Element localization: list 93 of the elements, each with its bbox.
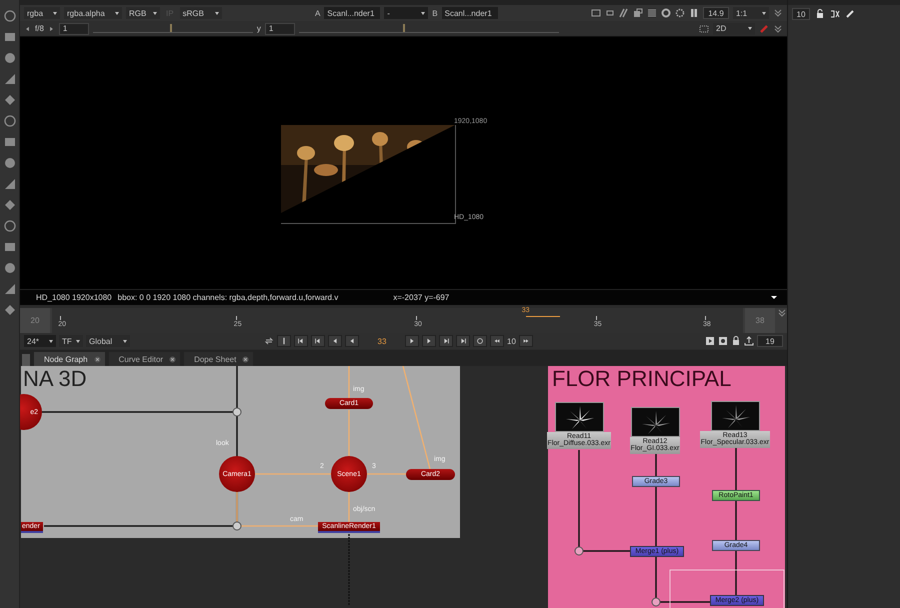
channels-dropdown[interactable]: rgba [24, 7, 60, 19]
input-a-dropdown[interactable]: Scanl...nder1 [324, 7, 380, 19]
last-frame-button[interactable] [456, 335, 470, 347]
play-button[interactable] [405, 335, 419, 347]
pause-icon[interactable] [689, 8, 699, 18]
roi-icon[interactable] [699, 24, 709, 34]
record-icon[interactable] [718, 336, 728, 346]
gamma-field[interactable]: 1 [264, 22, 295, 34]
caret-icon [49, 340, 53, 342]
bar-arrow-icon [314, 337, 322, 345]
caret-icon [53, 12, 57, 14]
panel-tab[interactable]: Node Graph [34, 352, 105, 366]
left-arrow-icon [348, 337, 356, 345]
next-key-button[interactable] [439, 335, 453, 347]
caret-icon [115, 12, 119, 14]
right-arrow-icon [408, 337, 416, 345]
chevron-icon[interactable] [773, 24, 783, 34]
time-format-dropdown[interactable]: TF [59, 335, 83, 347]
refresh-icon[interactable] [661, 8, 671, 18]
cursor-position: x=-2037 y=-697 [393, 293, 450, 302]
alpha-channel-dropdown[interactable]: rgba.alpha [64, 7, 122, 19]
format-info: HD_1080 1920x1080 [36, 293, 112, 302]
input-a-label: A [314, 8, 320, 18]
panel-tab[interactable]: Dope Sheet [184, 352, 254, 366]
caret-icon [762, 12, 766, 14]
scale-dropdown[interactable]: 1:1 [733, 7, 769, 19]
range-dropdown[interactable]: Global [86, 335, 130, 347]
caret-icon[interactable] [771, 296, 777, 299]
chevron-icon[interactable] [773, 8, 783, 18]
frame-count-field[interactable]: 19 [757, 335, 783, 347]
close-icon[interactable] [242, 356, 250, 362]
chevron-icon[interactable] [777, 308, 787, 318]
caret-icon [214, 12, 219, 14]
close-icon[interactable] [94, 356, 101, 362]
increment-field[interactable]: 10 [507, 336, 516, 346]
caret-icon [76, 340, 80, 342]
step-back-button[interactable] [490, 335, 504, 347]
view-mode-dropdown[interactable]: 2D [713, 22, 755, 34]
fstop-label: f/8 [35, 24, 44, 33]
step-forward-button[interactable] [518, 335, 533, 347]
play-icon[interactable] [705, 336, 715, 346]
zoom-field[interactable]: 14.9 [703, 7, 729, 19]
loop-icon[interactable] [264, 336, 274, 346]
prev-key-button[interactable] [311, 335, 325, 347]
overlay-icon[interactable] [633, 8, 643, 18]
prev-frame-button[interactable] [328, 335, 342, 347]
bounce-button[interactable] [277, 335, 291, 347]
wipe-dropdown[interactable]: - [384, 7, 428, 19]
input-b-label: B [432, 8, 438, 18]
caret-icon [123, 340, 127, 342]
slider-handle[interactable] [170, 24, 172, 32]
lock-icon[interactable] [731, 336, 741, 346]
play-back-button[interactable] [345, 335, 359, 347]
double-right-icon [522, 337, 530, 345]
bar-arrow-icon [297, 337, 305, 345]
square-icon[interactable] [605, 8, 615, 18]
lock-icon[interactable] [815, 9, 825, 19]
upload-icon[interactable] [744, 336, 754, 346]
pencil-icon[interactable] [845, 9, 855, 19]
double-left-icon [493, 337, 501, 345]
close-icon[interactable] [169, 356, 176, 362]
frame-icon[interactable] [591, 8, 601, 18]
collapse-icon[interactable] [830, 9, 840, 19]
backdrop-title: NA 3D [23, 366, 87, 392]
gain-field[interactable]: 1 [58, 22, 89, 34]
stop-button[interactable] [473, 335, 487, 347]
caret-icon [748, 27, 752, 30]
stripes-icon[interactable] [619, 8, 629, 18]
max-panels-field[interactable]: 10 [792, 8, 810, 20]
backdrop-title: FLOR PRINCIPAL [552, 366, 732, 392]
right-arrow-icon [425, 337, 433, 345]
gain-slider[interactable] [92, 24, 253, 33]
first-frame-button[interactable] [294, 335, 308, 347]
left-arrow-icon [331, 337, 339, 345]
gamma-slider[interactable] [298, 24, 559, 33]
input-b-dropdown[interactable]: Scanl...nder1 [442, 7, 498, 19]
next-frame-button[interactable] [422, 335, 436, 347]
arrow-bar-icon [459, 337, 467, 345]
current-frame[interactable]: 33 [362, 336, 402, 346]
fps-dropdown[interactable]: 24* [24, 335, 56, 347]
arrow-bar-icon [442, 337, 450, 345]
gear-icon[interactable] [675, 8, 685, 18]
lut-dropdown[interactable]: sRGB [180, 7, 222, 19]
bbox-info: bbox: 0 0 1920 1080 channels: rgba,depth,forward.u,forward.v [118, 293, 338, 302]
panel-tab[interactable]: Curve Editor [108, 352, 180, 366]
caret-icon [153, 12, 157, 14]
pen-icon[interactable] [759, 24, 769, 34]
panel-grip[interactable] [22, 354, 30, 366]
slider-handle[interactable] [402, 24, 405, 32]
lines-icon[interactable] [647, 8, 657, 18]
caret-icon [421, 12, 426, 14]
display-channels-dropdown[interactable]: RGB [126, 7, 160, 19]
gamma-label: y [256, 24, 261, 33]
